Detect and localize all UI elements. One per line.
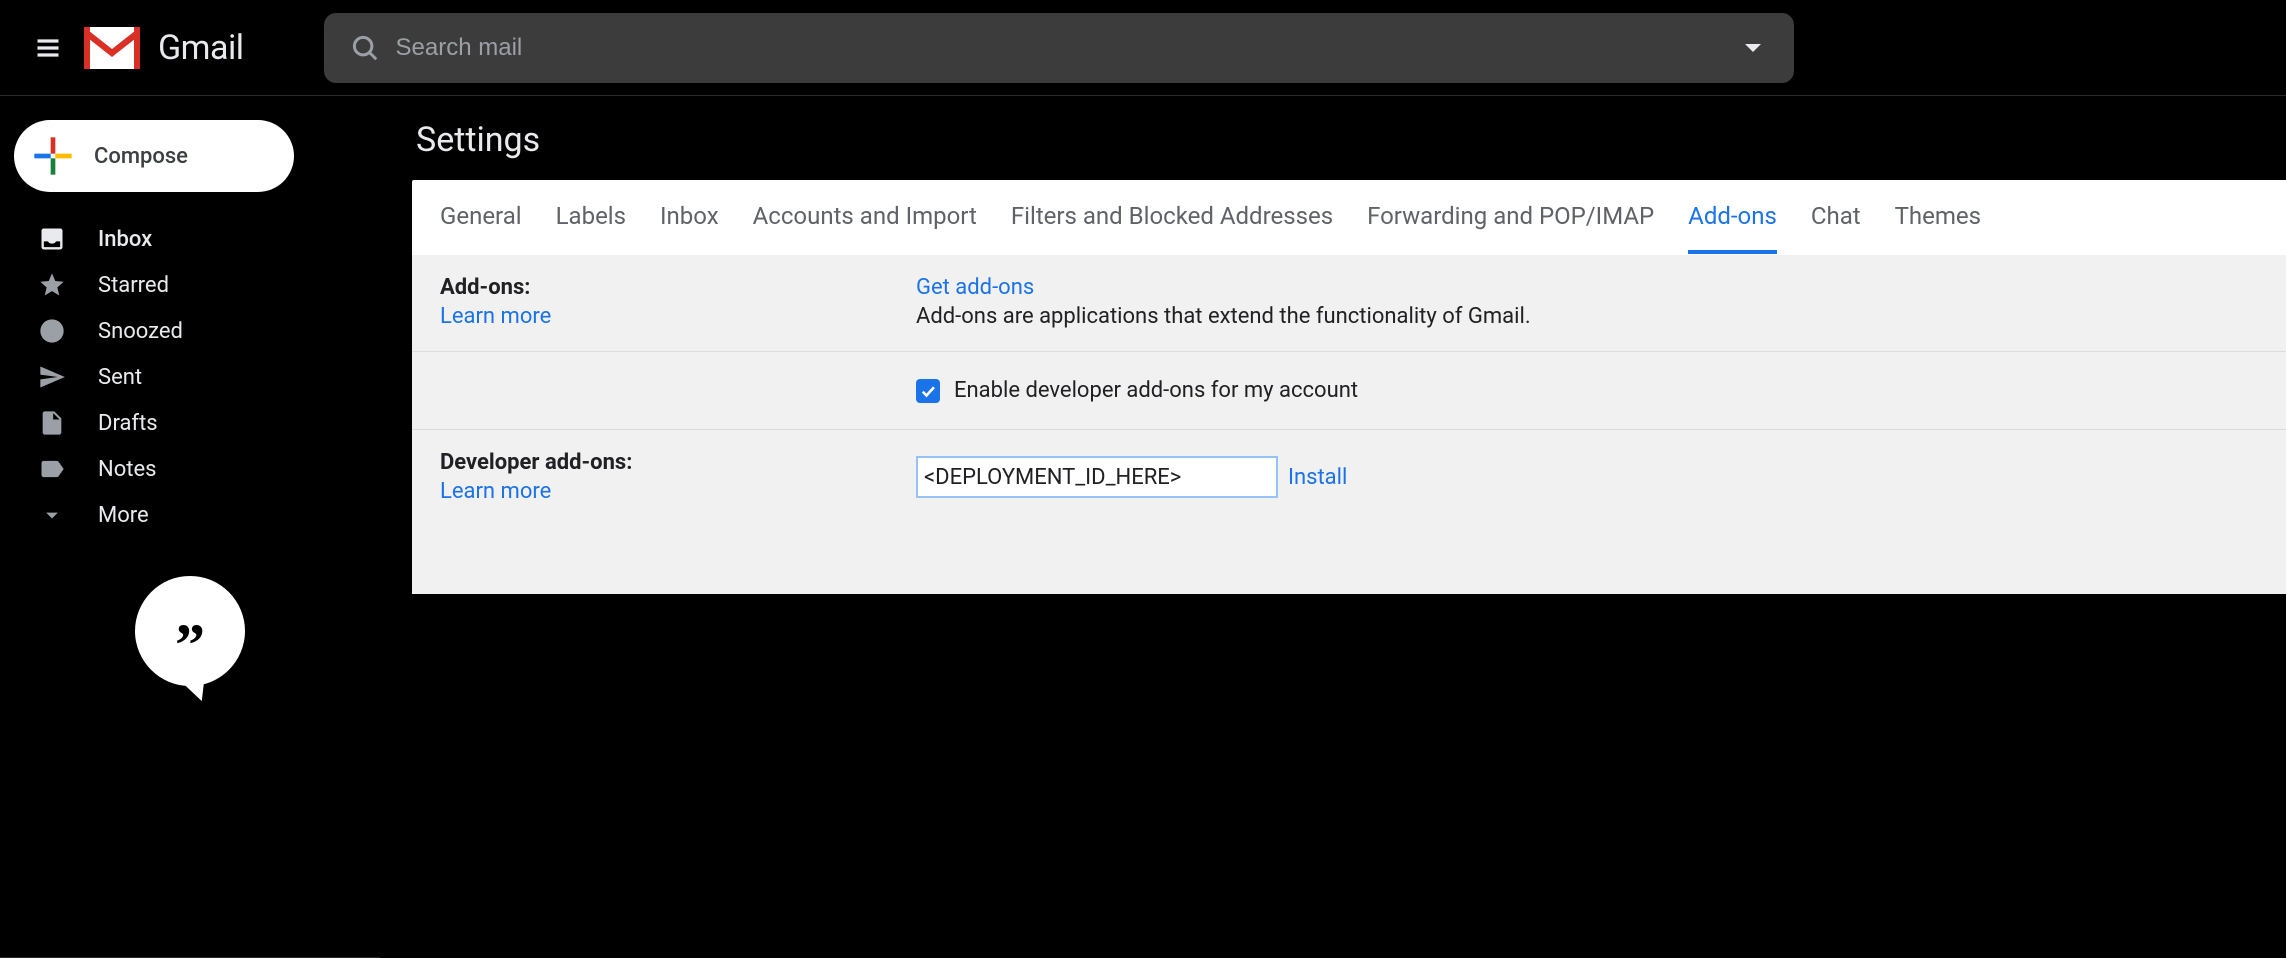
sidebar-item-label: Drafts — [98, 411, 158, 436]
enable-developer-label: Enable developer add-ons for my account — [954, 378, 1358, 403]
sidebar-item-notes[interactable]: Notes — [0, 446, 380, 492]
developer-learn-more-link[interactable]: Learn more — [440, 479, 916, 504]
addons-learn-more-link[interactable]: Learn more — [440, 304, 916, 329]
compose-button[interactable]: Compose — [14, 120, 294, 192]
plus-icon — [32, 135, 74, 177]
label-icon — [38, 455, 66, 483]
main-menu-button[interactable] — [24, 24, 72, 72]
sidebar-item-label: Inbox — [98, 227, 152, 252]
settings-card: General Labels Inbox Accounts and Import… — [412, 180, 2286, 594]
search-options-button[interactable] — [1730, 25, 1776, 71]
hangouts-icon: ” — [135, 576, 245, 686]
settings-tabs: General Labels Inbox Accounts and Import… — [412, 180, 2286, 255]
tab-forwarding-pop-imap[interactable]: Forwarding and POP/IMAP — [1367, 202, 1654, 254]
sidebar-item-snoozed[interactable]: Snoozed — [0, 308, 380, 354]
document-icon — [38, 409, 66, 437]
addons-section-label: Add-ons: — [440, 275, 530, 300]
sidebar-item-label: Sent — [98, 365, 142, 390]
tab-add-ons[interactable]: Add-ons — [1688, 202, 1777, 254]
sidebar-item-label: Notes — [98, 457, 156, 482]
deployment-id-input[interactable] — [916, 456, 1278, 498]
tab-chat[interactable]: Chat — [1811, 202, 1861, 254]
sidebar-item-label: More — [98, 503, 149, 528]
tab-filters-blocked[interactable]: Filters and Blocked Addresses — [1011, 202, 1333, 254]
search-bar[interactable] — [324, 13, 1794, 83]
sidebar: Compose Inbox Starred Snoozed Sent — [0, 96, 380, 958]
settings-main: Settings General Labels Inbox Accounts a… — [380, 96, 2286, 958]
send-icon — [38, 363, 66, 391]
sidebar-item-more[interactable]: More — [0, 492, 380, 538]
gmail-logo[interactable]: Gmail — [84, 27, 244, 69]
enable-developer-checkbox[interactable] — [916, 379, 940, 403]
inbox-icon — [38, 225, 66, 253]
settings-body: Add-ons: Learn more Get add-ons Add-ons … — [412, 255, 2286, 594]
tab-inbox[interactable]: Inbox — [660, 202, 719, 254]
search-input[interactable] — [396, 34, 1730, 62]
gmail-envelope-icon — [84, 27, 140, 69]
star-icon — [38, 271, 66, 299]
hangouts-button[interactable]: ” — [0, 576, 380, 686]
developer-section-label: Developer add-ons: — [440, 450, 632, 475]
gmail-logo-text: Gmail — [158, 28, 244, 68]
tab-themes[interactable]: Themes — [1895, 202, 1981, 254]
sidebar-item-sent[interactable]: Sent — [0, 354, 380, 400]
sidebar-item-label: Snoozed — [98, 319, 183, 344]
get-addons-link[interactable]: Get add-ons — [916, 275, 1034, 300]
check-icon — [919, 382, 937, 400]
tab-general[interactable]: General — [440, 202, 522, 254]
tab-labels[interactable]: Labels — [556, 202, 626, 254]
install-link[interactable]: Install — [1288, 465, 1347, 490]
tab-accounts-import[interactable]: Accounts and Import — [753, 202, 977, 254]
addons-section: Add-ons: Learn more Get add-ons Add-ons … — [412, 255, 2286, 352]
hamburger-icon — [34, 34, 62, 62]
search-icon — [350, 33, 380, 63]
developer-addons-section: Developer add-ons: Learn more Install — [412, 430, 2286, 594]
clock-icon — [38, 317, 66, 345]
sidebar-item-drafts[interactable]: Drafts — [0, 400, 380, 446]
page-title: Settings — [416, 120, 2286, 160]
content-area: Compose Inbox Starred Snoozed Sent — [0, 96, 2286, 958]
enable-developer-section: Enable developer add-ons for my account — [412, 352, 2286, 430]
sidebar-item-starred[interactable]: Starred — [0, 262, 380, 308]
search-button[interactable] — [342, 25, 388, 71]
sidebar-item-label: Starred — [98, 273, 169, 298]
sidebar-item-inbox[interactable]: Inbox — [0, 216, 380, 262]
app-header: Gmail — [0, 0, 2286, 96]
chevron-down-icon — [1745, 44, 1761, 52]
compose-label: Compose — [94, 144, 188, 169]
addons-description: Add-ons are applications that extend the… — [916, 304, 1531, 329]
chevron-down-icon — [38, 501, 66, 529]
